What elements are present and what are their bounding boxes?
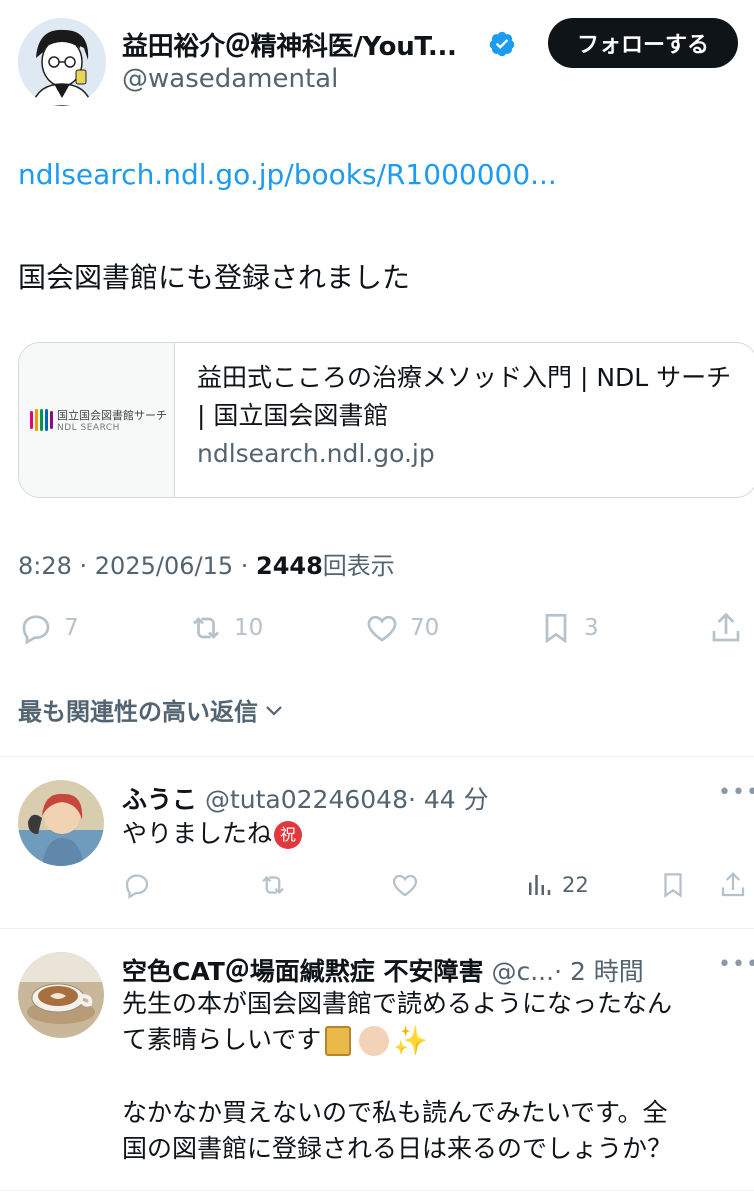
sparkles-emoji-icon: ✨ (393, 1024, 429, 1057)
more-options-icon[interactable]: ••• (718, 780, 754, 805)
tweet-timestamp[interactable]: 8:28 · 2025/06/15 · (18, 552, 256, 580)
reply-body: やりましたね (122, 819, 273, 848)
card-thumb-subtitle: NDL SEARCH (57, 423, 120, 433)
bookmark-icon (545, 613, 567, 644)
like-count: 70 (410, 615, 440, 641)
avatar-illustration (18, 18, 106, 106)
replies-sort-dropdown[interactable]: 最も関連性の高い返信 (18, 692, 286, 727)
reply-retweet-action[interactable] (258, 870, 288, 900)
retweet-action[interactable]: 10 (188, 610, 263, 646)
reply-author-handle[interactable]: @tuta02246048 (205, 785, 408, 814)
reply-views-action[interactable]: 22 (524, 870, 589, 900)
card-thumbnail: 国立国会図書館サーチ NDL SEARCH (19, 343, 175, 497)
verified-badge-icon (489, 31, 515, 57)
tweet-url-link[interactable]: ndlsearch.ndl.go.jp/books/R1000000... (18, 158, 557, 191)
reply-line-text: て素晴らしいです (122, 1025, 322, 1054)
divider (0, 1190, 754, 1191)
reply-view-count: 22 (562, 873, 589, 897)
author-avatar[interactable] (18, 18, 106, 106)
link-preview-card[interactable]: 国立国会図書館サーチ NDL SEARCH 益田式こころの治療メソッド入門 | … (18, 342, 754, 498)
book-emoji-icon (325, 1026, 352, 1056)
share-icon (712, 612, 740, 642)
reply-header: ふうこ @tuta02246048· 44 分 (122, 780, 489, 816)
retweet-count: 10 (234, 615, 264, 641)
share-icon (721, 872, 745, 897)
replies-sort-label: 最も関連性の高い返信 (18, 698, 258, 726)
reply-bookmark-action[interactable] (658, 870, 688, 900)
card-domain: ndlsearch.ndl.go.jp (197, 439, 435, 468)
reply-time[interactable]: · 2 時間 (554, 957, 644, 986)
reply-author-name[interactable]: 空色CAT＠場面緘黙症 不安障害 (122, 957, 484, 986)
reply-time[interactable]: · 44 分 (408, 785, 489, 814)
card-thumb-title: 国立国会図書館サーチ (57, 409, 167, 422)
reply-line: 国の図書館に登録される日は来るのでしょうか？ (122, 1134, 673, 1163)
reply-like-action[interactable] (390, 870, 420, 900)
tweet-meta: 8:28 · 2025/06/15 · 2448回表示 (18, 546, 395, 581)
reply-text: やりましたね祝 (122, 816, 303, 852)
bookmark-action[interactable]: 3 (538, 610, 599, 646)
celebration-emoji-icon: 祝 (274, 821, 303, 849)
follow-button[interactable]: フォローする (548, 18, 738, 68)
bookmark-icon (664, 873, 682, 898)
reply-avatar[interactable] (18, 952, 104, 1038)
heart-icon (392, 874, 418, 897)
retweet-icon (262, 875, 284, 895)
author-handle[interactable]: @wasedamental (122, 64, 338, 94)
divider (0, 756, 754, 757)
view-count: 2448 (256, 552, 323, 580)
divider (0, 928, 754, 929)
reply-author-handle[interactable]: @c... (491, 957, 554, 986)
reply-count: 7 (64, 615, 79, 641)
bookmark-count: 3 (584, 615, 599, 641)
reply-reply-action[interactable] (122, 870, 152, 900)
heart-icon (367, 615, 397, 642)
more-options-icon[interactable]: ••• (718, 952, 754, 977)
author-name[interactable]: 益田裕介＠精神科医/YouT... (122, 26, 457, 63)
reply-text: 先生の本が国会図書館で読めるようになったなん て素晴らしいです ✨ なかなか買えな… (122, 986, 742, 1167)
reply-author-name[interactable]: ふうこ (122, 785, 197, 814)
card-title: 益田式こころの治療メソッド入門 | NDL サーチ | 国立国会図書館 (197, 363, 732, 430)
reply-line: て素晴らしいです ✨ (122, 1022, 742, 1059)
share-action[interactable] (708, 610, 744, 646)
avatar-illustration (18, 780, 104, 866)
tweet-text: 国会図書館にも登録されました (18, 261, 411, 294)
reply-line: 先生の本が国会図書館で読めるようになったなん (122, 989, 673, 1018)
analytics-icon (529, 875, 551, 895)
reply-action[interactable]: 7 (18, 610, 79, 646)
like-action[interactable]: 70 (364, 610, 439, 646)
chevron-down-icon (266, 705, 282, 716)
reply-icon (125, 874, 149, 899)
reply-share-action[interactable] (718, 870, 748, 900)
reply-avatar[interactable] (18, 780, 104, 866)
ndl-logo-icon (30, 409, 53, 431)
avatar-illustration (18, 952, 104, 1038)
view-label: 回表示 (322, 552, 395, 580)
retweet-icon (193, 617, 219, 639)
reply-line: なかなか買えないので私も読んでみたいです。全 (122, 1098, 668, 1127)
reply-icon (22, 615, 50, 645)
reply-header: 空色CAT＠場面緘黙症 不安障害 @c...· 2 時間 (122, 952, 644, 988)
clapping-emoji-icon (359, 1026, 390, 1056)
